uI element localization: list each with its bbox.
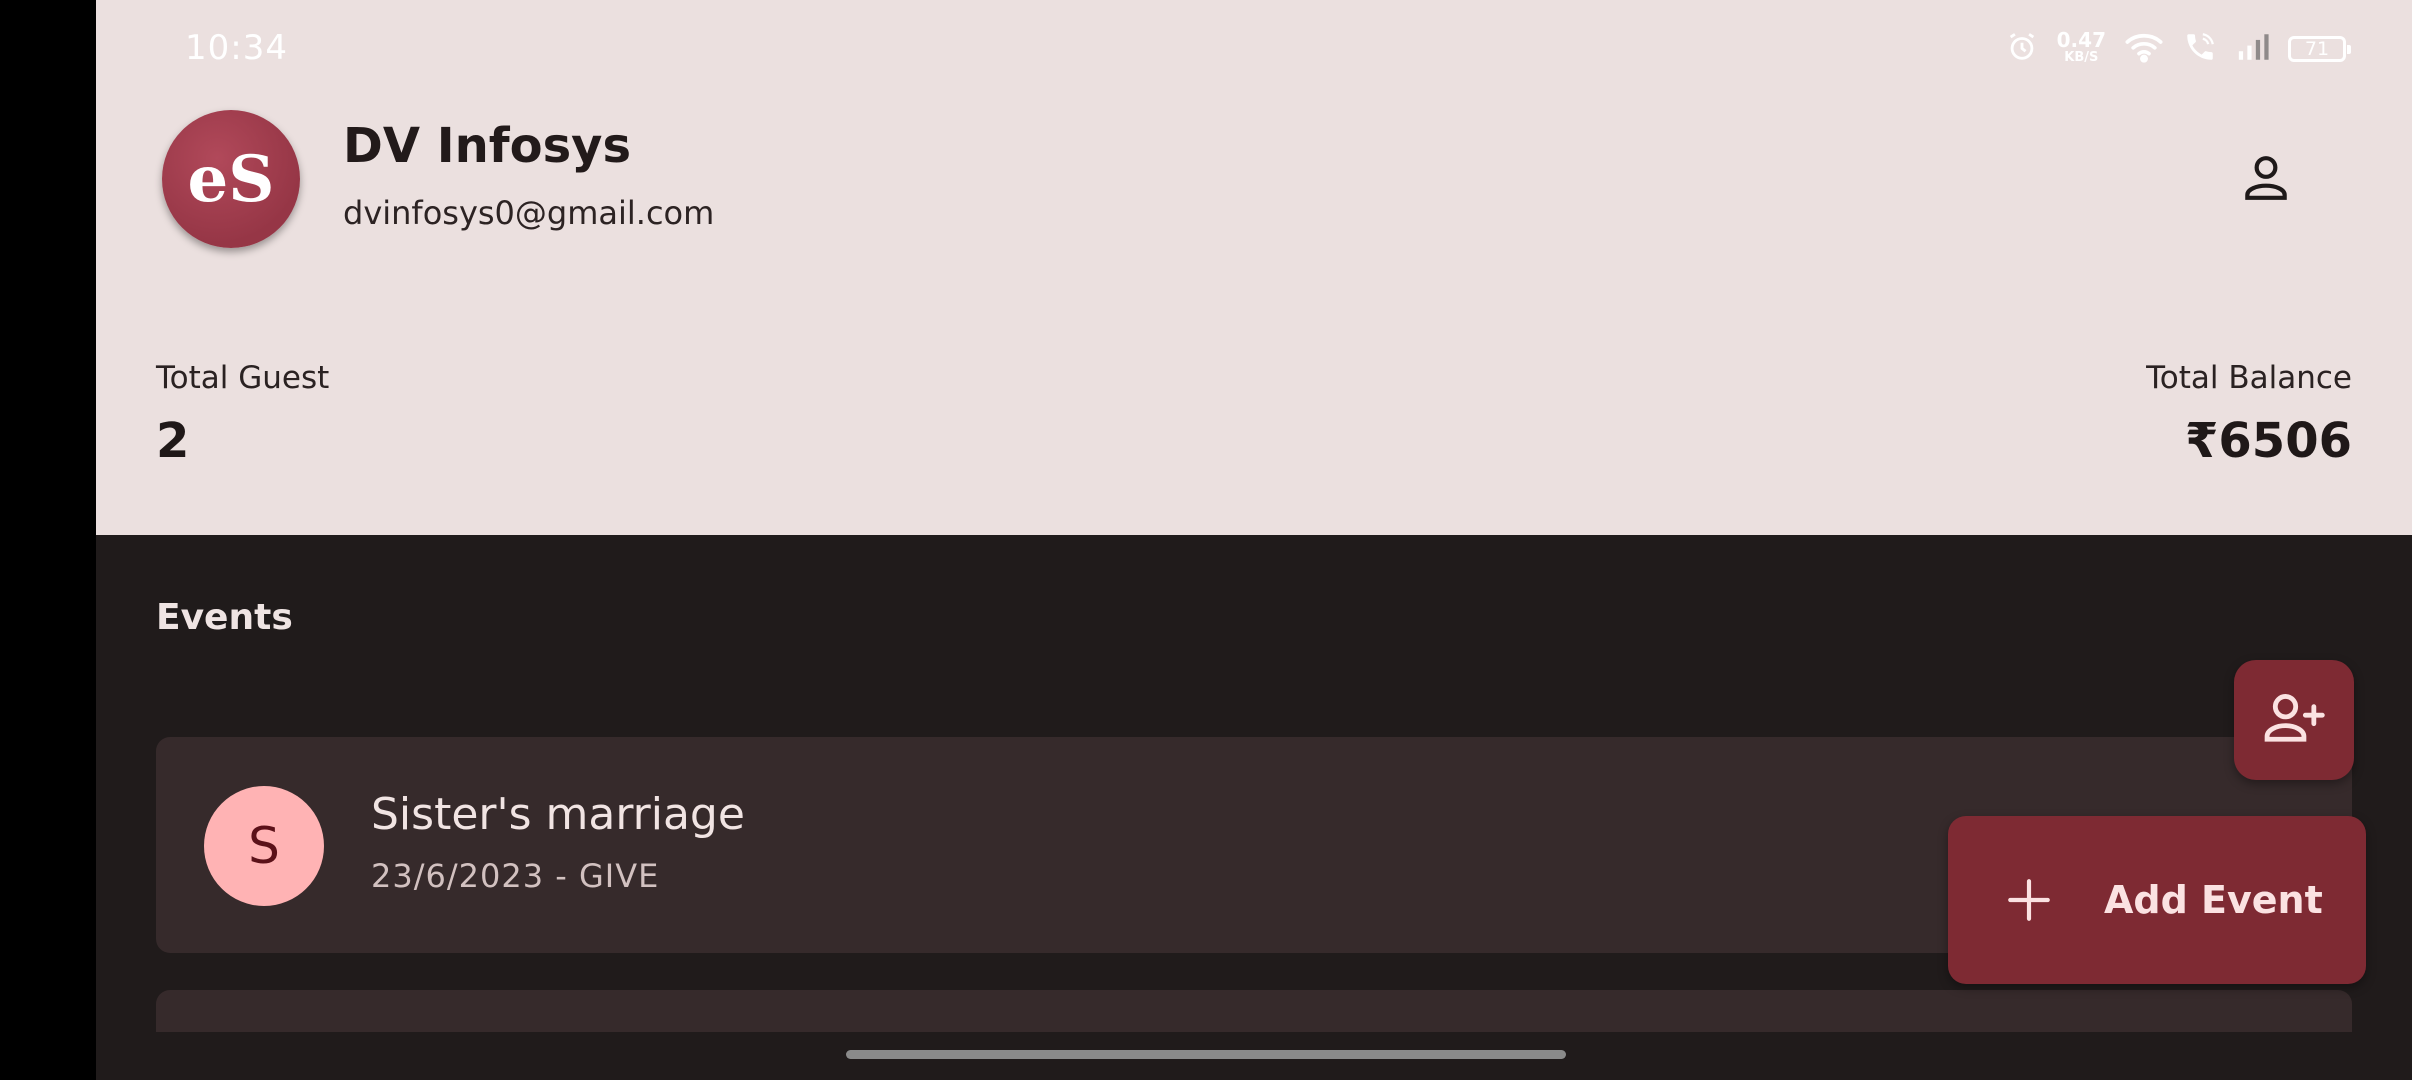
total-guest-label: Total Guest [156, 360, 330, 396]
person-add-icon [2260, 684, 2328, 756]
total-balance-value: ₹6506 [2185, 413, 2352, 469]
add-event-label: Add Event [2104, 878, 2323, 922]
profile-email: dvinfosys0@gmail.com [343, 194, 715, 232]
net-speed: 0.47 KB/S [2056, 28, 2106, 67]
wifi-icon [2124, 30, 2164, 68]
battery-icon: 71 [2288, 36, 2351, 62]
event-name: Sister's marriage [371, 789, 745, 840]
wifi-call-icon [2182, 30, 2218, 68]
app-screen: 10:34 0.47 KB/S 71 eS DV Infosys dvinfos… [96, 0, 2412, 1080]
left-screen-edge [0, 0, 96, 1080]
events-title: Events [156, 597, 293, 638]
home-indicator[interactable] [846, 1050, 1566, 1059]
net-speed-unit: KB/S [2064, 50, 2099, 65]
profile-name: DV Infosys [343, 118, 632, 174]
total-guest-value: 2 [156, 413, 190, 469]
status-icons: 0.47 KB/S 71 [2005, 28, 2351, 70]
event-subtitle: 23/6/2023 - GIVE [371, 857, 660, 895]
person-icon [2238, 150, 2294, 210]
add-guest-button[interactable] [2234, 660, 2354, 780]
total-balance-label: Total Balance [2146, 360, 2352, 396]
event-avatar: S [204, 786, 324, 906]
net-speed-value: 0.47 [2056, 28, 2106, 52]
header-panel: 10:34 0.47 KB/S 71 eS DV Infosys dvinfos… [96, 0, 2412, 535]
status-time: 10:34 [185, 28, 288, 68]
add-event-button[interactable]: Add Event [1948, 816, 2366, 984]
profile-button[interactable] [2226, 140, 2306, 220]
plus-icon [2004, 875, 2054, 925]
avatar: eS [162, 110, 300, 248]
signal-icon [2236, 32, 2270, 66]
alarm-icon [2005, 30, 2039, 68]
